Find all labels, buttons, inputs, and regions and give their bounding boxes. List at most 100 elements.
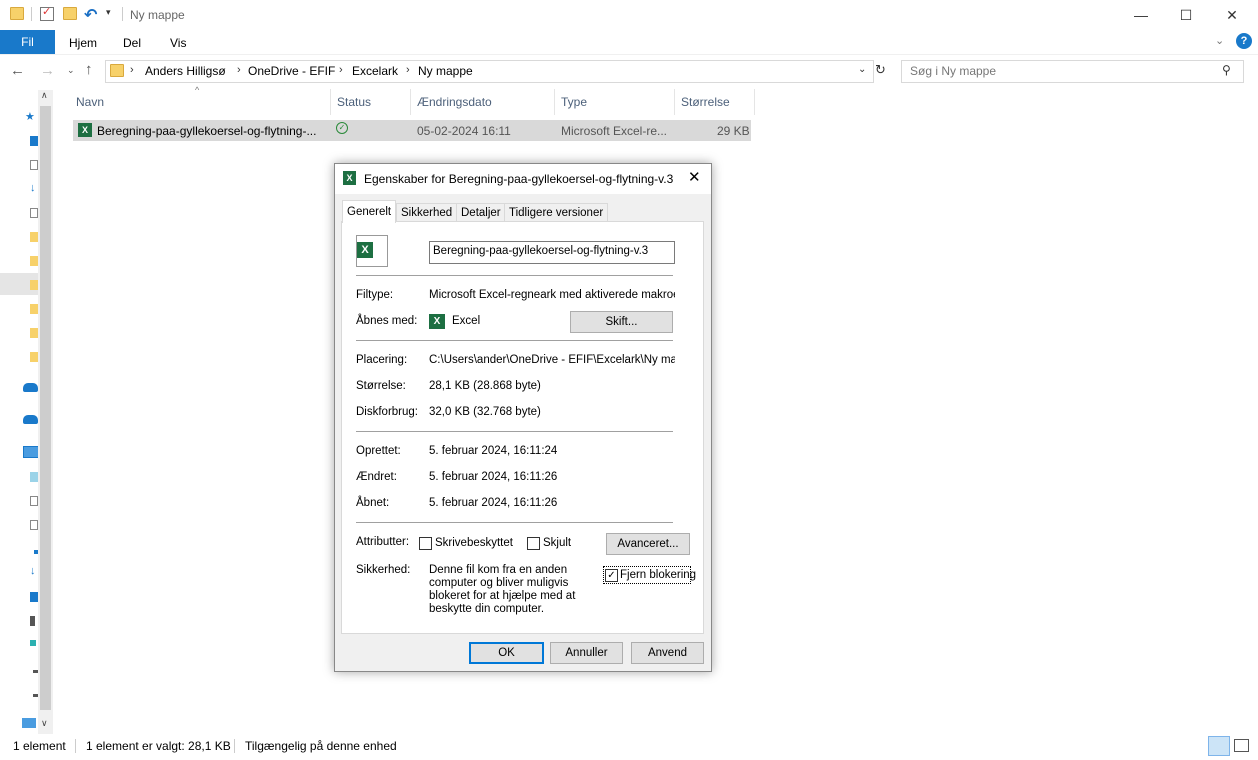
attributes-label: Attributter:	[356, 536, 410, 548]
tab-file[interactable]: Fil	[0, 30, 55, 54]
selection-info: 1 element er valgt: 28,1 KB	[86, 739, 231, 753]
quick-access-icon[interactable]: ★	[25, 110, 35, 123]
forward-arrow-icon[interactable]: →	[40, 62, 55, 79]
column-divider[interactable]	[754, 89, 755, 115]
pictures-icon[interactable]	[30, 616, 35, 626]
size-value: 28,1 KB (28.868 byte)	[429, 380, 541, 392]
hidden-checkbox[interactable]	[527, 537, 540, 550]
3d-objects-icon[interactable]	[30, 472, 38, 482]
folder-icon[interactable]	[30, 256, 38, 266]
breadcrumb-item[interactable]: Excelark	[352, 64, 398, 78]
separator	[356, 275, 673, 276]
change-button[interactable]: Skift...	[570, 311, 673, 333]
scroll-up-icon[interactable]: ∧	[41, 90, 48, 101]
hidden-label[interactable]: Skjult	[543, 537, 571, 549]
column-header-size[interactable]: Størrelse	[681, 95, 730, 109]
ok-button[interactable]: OK	[469, 642, 544, 664]
tab-view[interactable]: Vis	[170, 36, 186, 50]
created-label: Oprettet:	[356, 445, 401, 457]
tab-details[interactable]: Detaljer	[456, 203, 506, 223]
address-dropdown-icon[interactable]: ⌄	[858, 64, 866, 75]
divider	[75, 739, 76, 753]
file-size: 29 KB	[717, 124, 750, 138]
customize-toolbar-icon[interactable]: ▾	[106, 7, 111, 18]
tab-share[interactable]: Del	[123, 36, 141, 50]
tab-general[interactable]: Generelt	[342, 200, 397, 223]
divider	[122, 7, 123, 21]
help-icon[interactable]: ?	[1236, 33, 1252, 49]
details-view-icon[interactable]	[1208, 736, 1230, 756]
up-arrow-icon[interactable]: ↑	[85, 61, 93, 78]
file-name[interactable]: Beregning-paa-gyllekoersel-og-flytning-.…	[97, 124, 316, 138]
close-button[interactable]: ✕	[1209, 0, 1255, 30]
folder-icon[interactable]	[30, 232, 38, 242]
window-title: Ny mappe	[130, 8, 185, 22]
desktop-icon[interactable]	[30, 136, 38, 146]
breadcrumb-item[interactable]: OneDrive - EFIF	[248, 64, 335, 78]
advanced-button[interactable]: Avanceret...	[606, 533, 690, 555]
excel-file-icon: X	[78, 123, 92, 137]
undo-icon[interactable]: ↶	[84, 5, 97, 25]
column-header-status[interactable]: Status	[337, 95, 371, 109]
search-icon[interactable]: ⚲	[1222, 63, 1231, 77]
document-icon[interactable]	[30, 496, 38, 506]
column-header-name[interactable]: Navn	[76, 95, 104, 109]
document-icon[interactable]	[30, 520, 38, 530]
dialog-close-icon[interactable]: ✕	[688, 168, 701, 186]
videos-icon[interactable]	[30, 640, 36, 646]
maximize-button[interactable]: ☐	[1163, 0, 1209, 30]
back-arrow-icon[interactable]: ←	[10, 62, 25, 79]
readonly-label[interactable]: Skrivebeskyttet	[435, 537, 513, 549]
opens-with-value: Excel	[452, 315, 481, 327]
location-value: C:\Users\ander\OneDrive - EFIF\Excelark\…	[429, 354, 675, 366]
onedrive-icon[interactable]	[23, 415, 38, 424]
folder-icon[interactable]	[30, 304, 38, 314]
onedrive-icon[interactable]	[23, 383, 38, 392]
modified-value: 5. februar 2024, 16:11:26	[429, 471, 558, 483]
unblock-label[interactable]: Fjern blokering	[620, 569, 696, 581]
downloads-icon[interactable]: ↓	[30, 182, 36, 194]
network-icon[interactable]	[22, 718, 36, 728]
search-input[interactable]: Søg i Ny mappe	[910, 64, 996, 78]
folder-icon[interactable]	[30, 280, 38, 290]
recent-locations-icon[interactable]: ⌄	[67, 65, 75, 76]
folder-icon[interactable]	[30, 352, 38, 362]
folder-icon[interactable]	[30, 328, 38, 338]
document-icon[interactable]	[30, 160, 38, 170]
title-bar: ✓ ↶ ▾ Ny mappe — ☐ ✕	[0, 0, 1258, 30]
column-divider[interactable]	[554, 89, 555, 115]
large-icons-view-icon[interactable]	[1234, 739, 1249, 752]
new-folder-icon[interactable]	[63, 7, 77, 20]
column-divider[interactable]	[330, 89, 331, 115]
breadcrumb-item[interactable]: Anders Hilligsø	[145, 64, 226, 78]
cancel-button[interactable]: Annuller	[550, 642, 623, 664]
refresh-icon[interactable]: ↻	[875, 62, 886, 78]
nav-scrollbar-thumb[interactable]	[40, 106, 51, 710]
sort-ascending-icon: ^	[195, 85, 200, 95]
column-divider[interactable]	[674, 89, 675, 115]
separator	[356, 431, 673, 432]
minimize-button[interactable]: —	[1118, 0, 1164, 30]
column-header-date[interactable]: Ændringsdato	[417, 95, 492, 109]
tab-home[interactable]: Hjem	[69, 36, 97, 50]
breadcrumb-chevron-icon[interactable]: ›	[237, 64, 241, 76]
filename-value[interactable]: Beregning-paa-gyllekoersel-og-flytning-v…	[433, 245, 648, 257]
breadcrumb-item[interactable]: Ny mappe	[418, 64, 473, 78]
apply-button[interactable]: Anvend	[631, 642, 704, 664]
downloads-icon[interactable]: ↓	[30, 565, 36, 577]
tab-previous-versions[interactable]: Tidligere versioner	[504, 203, 609, 223]
properties-icon[interactable]: ✓	[40, 6, 54, 21]
document-icon[interactable]	[30, 208, 38, 218]
tab-security[interactable]: Sikkerhed	[396, 203, 458, 223]
breadcrumb-chevron-icon[interactable]: ›	[339, 64, 343, 76]
location-label: Placering:	[356, 354, 408, 366]
column-header-type[interactable]: Type	[561, 95, 587, 109]
column-divider[interactable]	[410, 89, 411, 115]
scroll-down-icon[interactable]: ∨	[41, 718, 48, 729]
desktop-icon[interactable]	[30, 592, 38, 602]
readonly-checkbox[interactable]	[419, 537, 432, 550]
breadcrumb-chevron-icon[interactable]: ›	[406, 64, 410, 76]
expand-ribbon-icon[interactable]: ⌄	[1215, 34, 1224, 47]
unblock-checkbox[interactable]: ✓	[605, 569, 618, 582]
breadcrumb-chevron-icon[interactable]: ›	[130, 64, 134, 76]
